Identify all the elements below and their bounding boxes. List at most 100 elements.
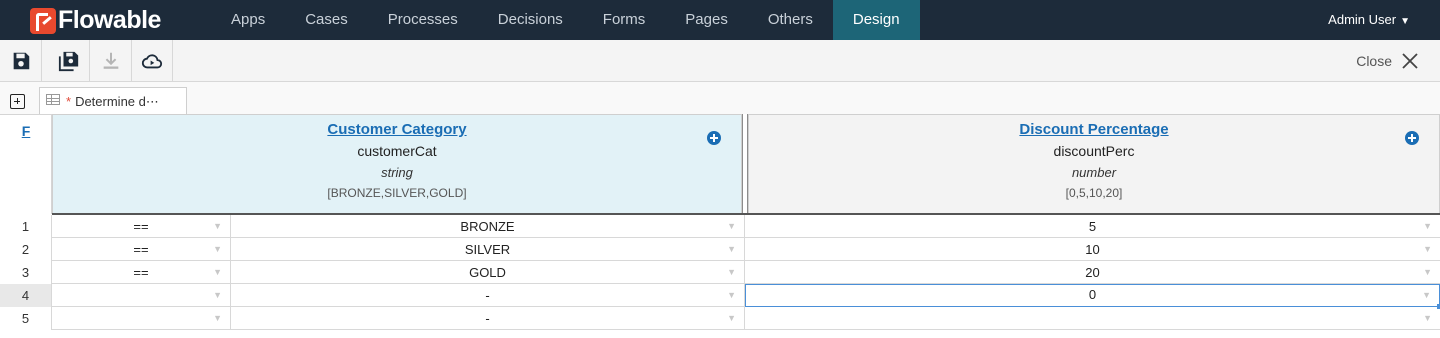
publish-button[interactable] bbox=[131, 40, 173, 82]
editor-toolbar: Close bbox=[0, 40, 1440, 82]
decision-table: F Customer Category customerCat string [… bbox=[0, 114, 1440, 338]
brand-name: Flowable bbox=[58, 6, 161, 34]
add-tab-icon[interactable] bbox=[10, 94, 25, 109]
input-cell[interactable]: - ▼ bbox=[231, 284, 745, 307]
dropdown-caret-icon: ▼ bbox=[727, 221, 736, 231]
tab-title: Determine d⋯ bbox=[75, 94, 159, 109]
input-value: SILVER bbox=[464, 242, 511, 257]
download-button[interactable] bbox=[90, 40, 132, 82]
dropdown-caret-icon: ▼ bbox=[1423, 221, 1432, 231]
dropdown-caret-icon: ▼ bbox=[213, 244, 222, 254]
nav-item-design[interactable]: Design bbox=[832, 0, 920, 40]
dropdown-caret-icon: ▼ bbox=[1423, 244, 1432, 254]
output-column-label[interactable]: Discount Percentage bbox=[749, 121, 1439, 138]
input-cell[interactable]: BRONZE ▼ bbox=[231, 215, 745, 238]
save-all-button[interactable] bbox=[48, 40, 90, 82]
table-row: 3 == ▼ GOLD ▼ 20 ▼ bbox=[0, 261, 1440, 284]
dropdown-caret-icon: ▼ bbox=[727, 290, 736, 300]
add-output-column-icon[interactable] bbox=[1405, 131, 1419, 145]
input-column-variable: customerCat bbox=[357, 143, 437, 159]
row-number: 3 bbox=[0, 261, 52, 284]
save-icon bbox=[13, 52, 29, 70]
user-menu[interactable]: Admin User ▼ bbox=[1328, 0, 1410, 40]
tab-bar: * Determine d⋯ bbox=[0, 82, 1440, 115]
operator-value: == bbox=[133, 242, 149, 257]
dropdown-caret-icon: ▼ bbox=[213, 221, 222, 231]
nav-item-decisions[interactable]: Decisions bbox=[478, 0, 583, 40]
modified-marker: * bbox=[66, 94, 72, 109]
output-column-type: number bbox=[1071, 165, 1117, 180]
dropdown-caret-icon: ▼ bbox=[1423, 267, 1432, 277]
input-column-values: [BRONZE,SILVER,GOLD] bbox=[327, 186, 467, 200]
nav-item-forms[interactable]: Forms bbox=[583, 0, 666, 40]
row-number: 5 bbox=[0, 307, 52, 330]
input-value: GOLD bbox=[469, 265, 506, 280]
row-number: 2 bbox=[0, 238, 52, 261]
operator-cell[interactable]: == ▼ bbox=[52, 238, 231, 261]
hit-policy-column: F bbox=[0, 114, 52, 214]
input-cell[interactable]: SILVER ▼ bbox=[231, 238, 745, 261]
dropdown-caret-icon: ▼ bbox=[1422, 290, 1431, 300]
row-number: 4 bbox=[0, 284, 52, 307]
output-cell[interactable]: 20 ▼ bbox=[745, 261, 1440, 284]
output-value: 10 bbox=[1085, 242, 1100, 257]
input-value: BRONZE bbox=[460, 219, 515, 234]
input-column-header[interactable]: Customer Category customerCat string [BR… bbox=[52, 114, 742, 214]
table-icon bbox=[46, 94, 60, 105]
chevron-down-icon: ▼ bbox=[1400, 16, 1410, 27]
flowable-logo-icon bbox=[30, 7, 56, 34]
nav-item-apps[interactable]: Apps bbox=[211, 0, 285, 40]
operator-cell[interactable]: ▼ bbox=[52, 284, 231, 307]
dropdown-caret-icon: ▼ bbox=[727, 244, 736, 254]
output-column-variable: discountPerc bbox=[1053, 143, 1135, 159]
operator-cell[interactable]: == ▼ bbox=[52, 215, 231, 238]
output-cell-selected[interactable]: 0 ▼ bbox=[745, 284, 1440, 309]
download-icon bbox=[103, 52, 118, 69]
input-value: - bbox=[485, 311, 490, 326]
input-cell[interactable]: - ▼ bbox=[231, 307, 745, 330]
table-row: 1 == ▼ BRONZE ▼ 5 ▼ bbox=[0, 215, 1440, 238]
dropdown-caret-icon: ▼ bbox=[213, 290, 222, 300]
dropdown-caret-icon: ▼ bbox=[213, 313, 222, 323]
operator-value: == bbox=[133, 265, 149, 280]
nav-item-others[interactable]: Others bbox=[748, 0, 833, 40]
nav-menu: Apps Cases Processes Decisions Forms Pag… bbox=[211, 0, 920, 40]
table-row: 4 ▼ - ▼ 0 ▼ bbox=[0, 284, 1440, 309]
output-cell[interactable]: 5 ▼ bbox=[745, 215, 1440, 238]
nav-item-processes[interactable]: Processes bbox=[368, 0, 478, 40]
table-row: 2 == ▼ SILVER ▼ 10 ▼ bbox=[0, 238, 1440, 261]
input-column-type: string bbox=[381, 165, 413, 180]
flowable-logo[interactable]: Flowable bbox=[30, 6, 161, 35]
output-value: 20 bbox=[1085, 265, 1100, 280]
table-row: 5 ▼ - ▼ ▼ bbox=[0, 307, 1440, 330]
dropdown-caret-icon: ▼ bbox=[1423, 313, 1432, 323]
cloud-publish-icon bbox=[141, 54, 162, 69]
close-icon bbox=[1402, 53, 1418, 69]
input-cell[interactable]: GOLD ▼ bbox=[231, 261, 745, 284]
nav-item-pages[interactable]: Pages bbox=[665, 0, 748, 40]
output-column-values: [0,5,10,20] bbox=[1065, 186, 1123, 200]
hit-policy[interactable]: F bbox=[0, 123, 52, 139]
output-cell[interactable]: 10 ▼ bbox=[745, 238, 1440, 261]
output-value: 5 bbox=[1088, 219, 1097, 234]
dropdown-caret-icon: ▼ bbox=[727, 267, 736, 277]
nav-item-cases[interactable]: Cases bbox=[285, 0, 368, 40]
operator-cell[interactable]: == ▼ bbox=[52, 261, 231, 284]
output-value: 0 bbox=[1088, 287, 1097, 302]
input-column-label[interactable]: Customer Category bbox=[53, 121, 741, 138]
output-column-header[interactable]: Discount Percentage discountPerc number … bbox=[748, 114, 1440, 214]
input-value: - bbox=[485, 288, 490, 303]
close-button[interactable]: Close bbox=[1356, 40, 1418, 82]
output-cell[interactable]: ▼ bbox=[745, 307, 1440, 330]
close-label: Close bbox=[1356, 53, 1392, 69]
tab-decision-table[interactable]: * Determine d⋯ bbox=[39, 87, 187, 115]
dropdown-caret-icon: ▼ bbox=[213, 267, 222, 277]
user-name: Admin User bbox=[1328, 12, 1397, 27]
top-navigation: Flowable Apps Cases Processes Decisions … bbox=[0, 0, 1440, 40]
operator-cell[interactable]: ▼ bbox=[52, 307, 231, 330]
save-button[interactable] bbox=[0, 40, 42, 82]
dropdown-caret-icon: ▼ bbox=[727, 313, 736, 323]
row-number: 1 bbox=[0, 215, 52, 238]
save-all-icon bbox=[58, 51, 78, 72]
add-input-column-icon[interactable] bbox=[707, 131, 721, 145]
